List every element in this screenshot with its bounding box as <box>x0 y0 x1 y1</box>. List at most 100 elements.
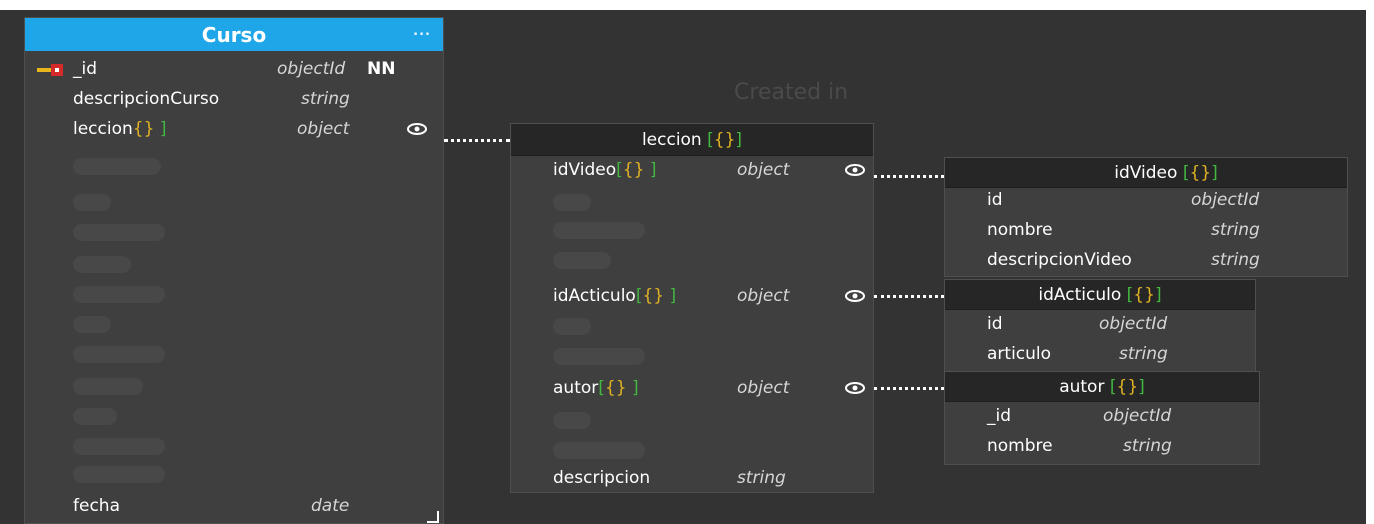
array-bracket: ] <box>735 129 743 150</box>
field-row[interactable]: nombre string <box>945 432 1259 462</box>
field-row[interactable]: leccion{} ] object <box>25 115 443 145</box>
array-bracket-open: [ <box>616 160 623 180</box>
relation-connector <box>874 387 944 390</box>
field-type: string <box>1119 344 1168 364</box>
placeholder-row <box>73 286 165 303</box>
table-curso[interactable]: Curso ... _id objectId NN descripcionCur… <box>24 17 444 524</box>
field-name: nombre <box>987 220 1053 240</box>
field-row[interactable]: fecha date <box>25 492 443 522</box>
resize-handle[interactable] <box>427 511 439 523</box>
table-idvideo[interactable]: idVideo [{}] id objectId nombre string d… <box>944 157 1348 277</box>
table-leccion[interactable]: leccion [{}] idVideo[{} ] object idActic… <box>510 123 874 493</box>
not-null-flag: NN <box>367 59 396 79</box>
eye-icon[interactable] <box>845 382 865 394</box>
placeholder-row <box>73 256 131 273</box>
field-type: object <box>297 119 350 139</box>
field-type: object <box>737 378 790 398</box>
placeholder-row <box>553 318 591 335</box>
field-row[interactable]: nombre string <box>945 216 1347 246</box>
table-title-text: leccion <box>641 129 702 150</box>
object-brace: {} <box>604 378 627 398</box>
field-name: leccion{} ] <box>73 119 166 139</box>
eye-icon[interactable] <box>845 164 865 176</box>
field-name: autor[{} ] <box>553 378 639 398</box>
array-bracket: ] <box>1211 162 1218 183</box>
field-type: objectId <box>1191 190 1260 210</box>
field-type: date <box>311 496 350 516</box>
object-brace: {} <box>713 129 736 150</box>
watermark-line1: Created in <box>734 80 849 105</box>
field-name-text: idVideo <box>553 160 617 180</box>
field-name: nombre <box>987 436 1053 456</box>
placeholder-row <box>73 224 165 241</box>
field-type: objectId <box>1103 406 1172 426</box>
table-curso-header[interactable]: Curso ... <box>25 18 443 51</box>
placeholder-row <box>73 316 111 333</box>
field-type: object <box>737 286 790 306</box>
field-row[interactable]: _id objectId <box>945 402 1259 432</box>
field-row[interactable]: articulo string <box>945 340 1255 370</box>
table-autor-header[interactable]: autor [{}] <box>945 372 1259 402</box>
object-brace: {} <box>622 160 645 180</box>
array-bracket: ] <box>1154 284 1162 305</box>
table-menu-icon[interactable]: ... <box>413 24 431 39</box>
diagram-canvas[interactable]: Created in Curso ... _id objectId NN des… <box>0 10 1366 524</box>
field-row[interactable]: descripcionVideo string <box>945 246 1347 276</box>
field-row[interactable]: id objectId <box>945 186 1347 216</box>
placeholder-row <box>73 346 165 363</box>
field-type: objectId <box>1099 314 1168 334</box>
placeholder-row <box>73 408 117 425</box>
table-title-text: idActiculo <box>1038 284 1122 305</box>
field-name: descripcionVideo <box>987 250 1132 270</box>
relation-connector <box>874 175 944 178</box>
primary-key-icon <box>37 64 63 76</box>
placeholder-row <box>553 252 611 269</box>
table-idacticulo-header[interactable]: idActiculo [{}] <box>945 280 1255 310</box>
placeholder-row <box>73 438 165 455</box>
field-row[interactable]: idVideo[{} ] object <box>511 156 873 186</box>
table-title: idVideo [{}] <box>1074 163 1217 183</box>
object-brace: {} <box>1189 162 1212 183</box>
field-name-text: autor <box>553 378 599 398</box>
field-type: object <box>737 160 790 180</box>
object-brace: {} <box>1116 376 1139 397</box>
field-type: string <box>301 89 350 109</box>
table-idacticulo[interactable]: idActiculo [{}] id objectId articulo str… <box>944 279 1256 373</box>
array-bracket-open: [ <box>598 378 605 398</box>
placeholder-row <box>553 412 591 429</box>
table-title-text: idVideo <box>1114 162 1178 183</box>
field-name: idActiculo[{} ] <box>553 286 676 306</box>
field-type: string <box>1123 436 1172 456</box>
field-row[interactable]: autor[{} ] object <box>511 374 873 404</box>
array-bracket: ] <box>631 378 639 398</box>
field-row[interactable]: idActiculo[{} ] object <box>511 282 873 312</box>
table-autor[interactable]: autor [{}] _id objectId nombre string <box>944 371 1260 465</box>
table-leccion-header[interactable]: leccion [{}] <box>511 124 873 156</box>
field-name: id <box>987 190 1003 210</box>
table-idvideo-header[interactable]: idVideo [{}] <box>945 158 1347 188</box>
field-row[interactable]: descripcion string <box>511 464 873 494</box>
field-type: string <box>1211 250 1260 270</box>
array-bracket: ] <box>669 286 677 306</box>
placeholder-row <box>553 222 645 239</box>
array-bracket: ] <box>159 119 167 139</box>
field-name: articulo <box>987 344 1052 364</box>
placeholder-row <box>553 442 645 459</box>
field-row[interactable]: descripcionCurso string <box>25 85 443 115</box>
placeholder-row <box>73 158 161 175</box>
field-row[interactable]: _id objectId NN <box>25 55 443 85</box>
placeholder-row <box>73 378 143 395</box>
eye-icon[interactable] <box>845 290 865 302</box>
eye-icon[interactable] <box>407 123 427 135</box>
placeholder-row <box>553 348 645 365</box>
field-name: id <box>987 314 1003 334</box>
field-row[interactable]: id objectId <box>945 310 1255 340</box>
field-name-text: leccion <box>73 119 133 139</box>
placeholder-row <box>73 194 111 211</box>
field-type: string <box>737 468 786 488</box>
array-bracket-open: [ <box>1109 376 1117 397</box>
field-name: idVideo[{} ] <box>553 160 656 180</box>
field-name: _id <box>73 59 98 79</box>
object-brace: {} <box>132 119 155 139</box>
watermark: Created in <box>734 82 848 104</box>
